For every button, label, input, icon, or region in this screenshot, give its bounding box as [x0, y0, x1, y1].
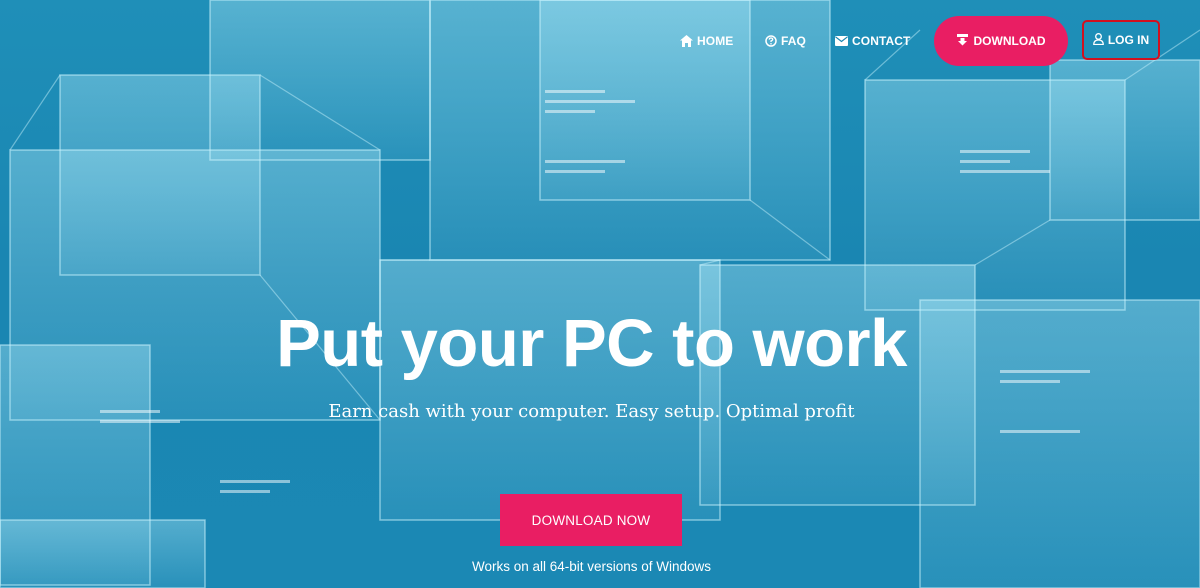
top-navigation: HOME FAQ CONTACT DOWNLOAD LOG IN	[0, 0, 1200, 80]
nav-home-link[interactable]: HOME	[680, 33, 733, 49]
home-icon	[680, 35, 693, 47]
hero-title: Put your PC to work	[276, 306, 907, 381]
nav-faq-link[interactable]: FAQ	[765, 33, 806, 49]
header-download-label: DOWNLOAD	[973, 34, 1046, 48]
login-label: LOG IN	[1107, 33, 1150, 47]
user-icon	[1092, 32, 1104, 48]
download-now-button[interactable]: DOWNLOAD NOW	[500, 494, 682, 546]
envelope-icon	[835, 36, 848, 46]
login-button[interactable]: LOG IN	[1082, 20, 1160, 60]
question-circle-icon	[765, 35, 777, 47]
hero-subtitle: Earn cash with your computer. Easy setup…	[328, 401, 855, 422]
nav-home-label: HOME	[697, 34, 734, 48]
download-icon	[956, 33, 968, 49]
nav-contact-label: CONTACT	[852, 34, 911, 48]
nav-contact-link[interactable]: CONTACT	[835, 33, 910, 49]
nav-faq-label: FAQ	[781, 34, 806, 48]
compatibility-note: Works on all 64-bit versions of Windows	[471, 559, 712, 574]
header-download-button[interactable]: DOWNLOAD	[934, 16, 1068, 66]
